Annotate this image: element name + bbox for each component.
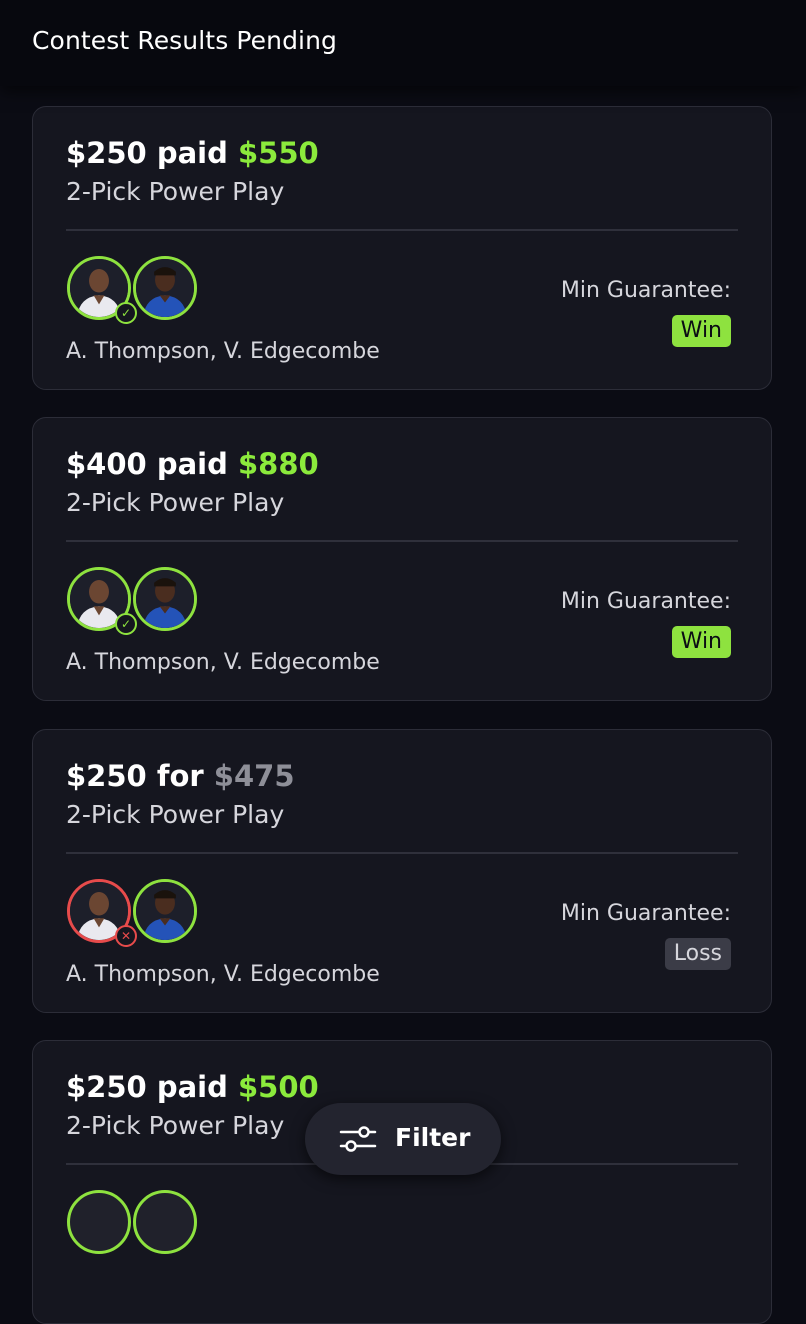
amount-verb: paid xyxy=(156,1070,228,1104)
min-guarantee-label: Min Guarantee: xyxy=(560,901,731,926)
sliders-icon xyxy=(339,1126,377,1152)
x-icon: ✕ xyxy=(115,925,137,947)
player-names: A. Thompson, V. Edgecombe xyxy=(66,962,380,987)
divider xyxy=(66,229,738,231)
page-title: Contest Results Pending xyxy=(32,26,338,55)
contest-card[interactable]: $250 for $475 2-Pick Power Play ✕ A. Tho… xyxy=(32,729,772,1013)
contest-card[interactable]: $400 paid $880 2-Pick Power Play ✓ A. Th… xyxy=(32,417,772,701)
entry-amount: $250 xyxy=(66,136,147,170)
contest-card[interactable]: $250 paid $500 2-Pick Power Play xyxy=(32,1040,772,1324)
payout-amount: $500 xyxy=(237,1070,319,1104)
player-names: A. Thompson, V. Edgecombe xyxy=(66,339,380,364)
player-avatar-edgecombe xyxy=(133,879,197,943)
min-guarantee-badge: Win xyxy=(671,315,731,347)
filter-label: Filter xyxy=(395,1123,471,1152)
payout-amount: $475 xyxy=(213,759,295,793)
filter-button[interactable]: Filter xyxy=(305,1103,501,1175)
card-amounts: $400 paid $880 xyxy=(66,447,319,481)
divider xyxy=(66,852,738,854)
entry-amount: $250 xyxy=(66,1070,147,1104)
card-amounts: $250 paid $500 xyxy=(66,1070,319,1104)
contest-card[interactable]: $250 paid $550 2-Pick Power Play ✓ A. Th… xyxy=(32,106,772,390)
min-guarantee-badge: Loss xyxy=(664,938,731,970)
amount-verb: for xyxy=(156,759,204,793)
divider xyxy=(66,540,738,542)
payout-amount: $880 xyxy=(237,447,319,481)
top-bar: Contest Results Pending xyxy=(0,0,806,86)
contest-type: 2-Pick Power Play xyxy=(66,488,285,517)
contest-type: 2-Pick Power Play xyxy=(66,1111,285,1140)
min-guarantee-badge: Win xyxy=(671,626,731,658)
contest-type: 2-Pick Power Play xyxy=(66,800,285,829)
card-amounts: $250 paid $550 xyxy=(66,136,319,170)
card-amounts: $250 for $475 xyxy=(66,759,295,793)
player-avatar-edgecombe xyxy=(133,256,197,320)
player-names: A. Thompson, V. Edgecombe xyxy=(66,650,380,675)
check-icon: ✓ xyxy=(115,613,137,635)
payout-amount: $550 xyxy=(237,136,319,170)
player-avatar-edgecombe xyxy=(133,567,197,631)
check-icon: ✓ xyxy=(115,302,137,324)
min-guarantee-label: Min Guarantee: xyxy=(560,589,731,614)
entry-amount: $400 xyxy=(66,447,147,481)
min-guarantee-label: Min Guarantee: xyxy=(560,278,731,303)
contest-type: 2-Pick Power Play xyxy=(66,177,285,206)
entry-amount: $250 xyxy=(66,759,147,793)
amount-verb: paid xyxy=(156,447,228,481)
amount-verb: paid xyxy=(156,136,228,170)
